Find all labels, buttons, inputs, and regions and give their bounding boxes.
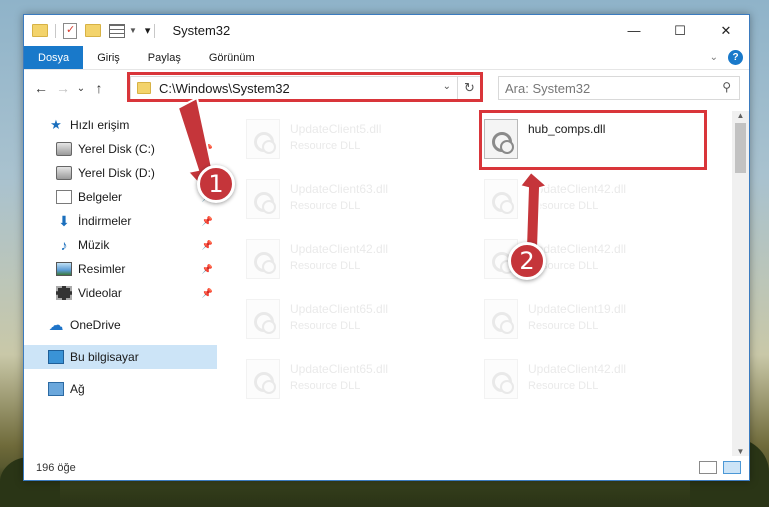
arrow-2 bbox=[518, 170, 550, 249]
step-2-badge: 2 bbox=[508, 242, 546, 280]
annotation-arrows bbox=[176, 96, 550, 249]
step-1-badge: 1 bbox=[197, 165, 235, 203]
